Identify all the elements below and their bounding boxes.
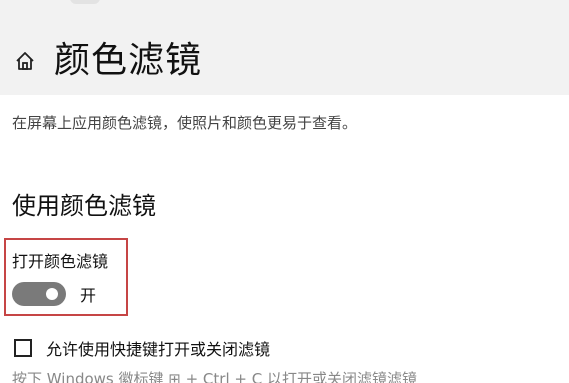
- shortcut-checkbox[interactable]: [14, 339, 32, 357]
- page-description: 在屏幕上应用颜色滤镜，使照片和颜色更易于查看。: [12, 114, 358, 132]
- color-filters-settings-page: 颜色滤镜 在屏幕上应用颜色滤镜，使照片和颜色更易于查看。 使用颜色滤镜 打开颜色…: [0, 0, 569, 383]
- home-icon[interactable]: [12, 48, 38, 74]
- shortcut-checkbox-row: 允许使用快捷键打开或关闭滤镜: [14, 336, 270, 360]
- color-filter-toggle-row: 开: [12, 282, 96, 306]
- shortcut-checkbox-label[interactable]: 允许使用快捷键打开或关闭滤镜: [46, 336, 270, 360]
- color-filter-toggle[interactable]: [12, 282, 66, 306]
- top-cropped-element: [70, 0, 100, 4]
- section-title: 使用颜色滤镜: [12, 192, 156, 220]
- page-header: 颜色滤镜: [12, 36, 202, 86]
- shortcut-hint-text: 按下 Windows 徽标键 ⊞ + Ctrl + C 以打开或关闭滤镜滤镜: [12, 370, 417, 383]
- page-title: 颜色滤镜: [54, 40, 203, 81]
- toggle-knob: [46, 288, 58, 300]
- toggle-state-text: 开: [80, 286, 97, 305]
- toggle-label: 打开颜色滤镜: [12, 252, 109, 271]
